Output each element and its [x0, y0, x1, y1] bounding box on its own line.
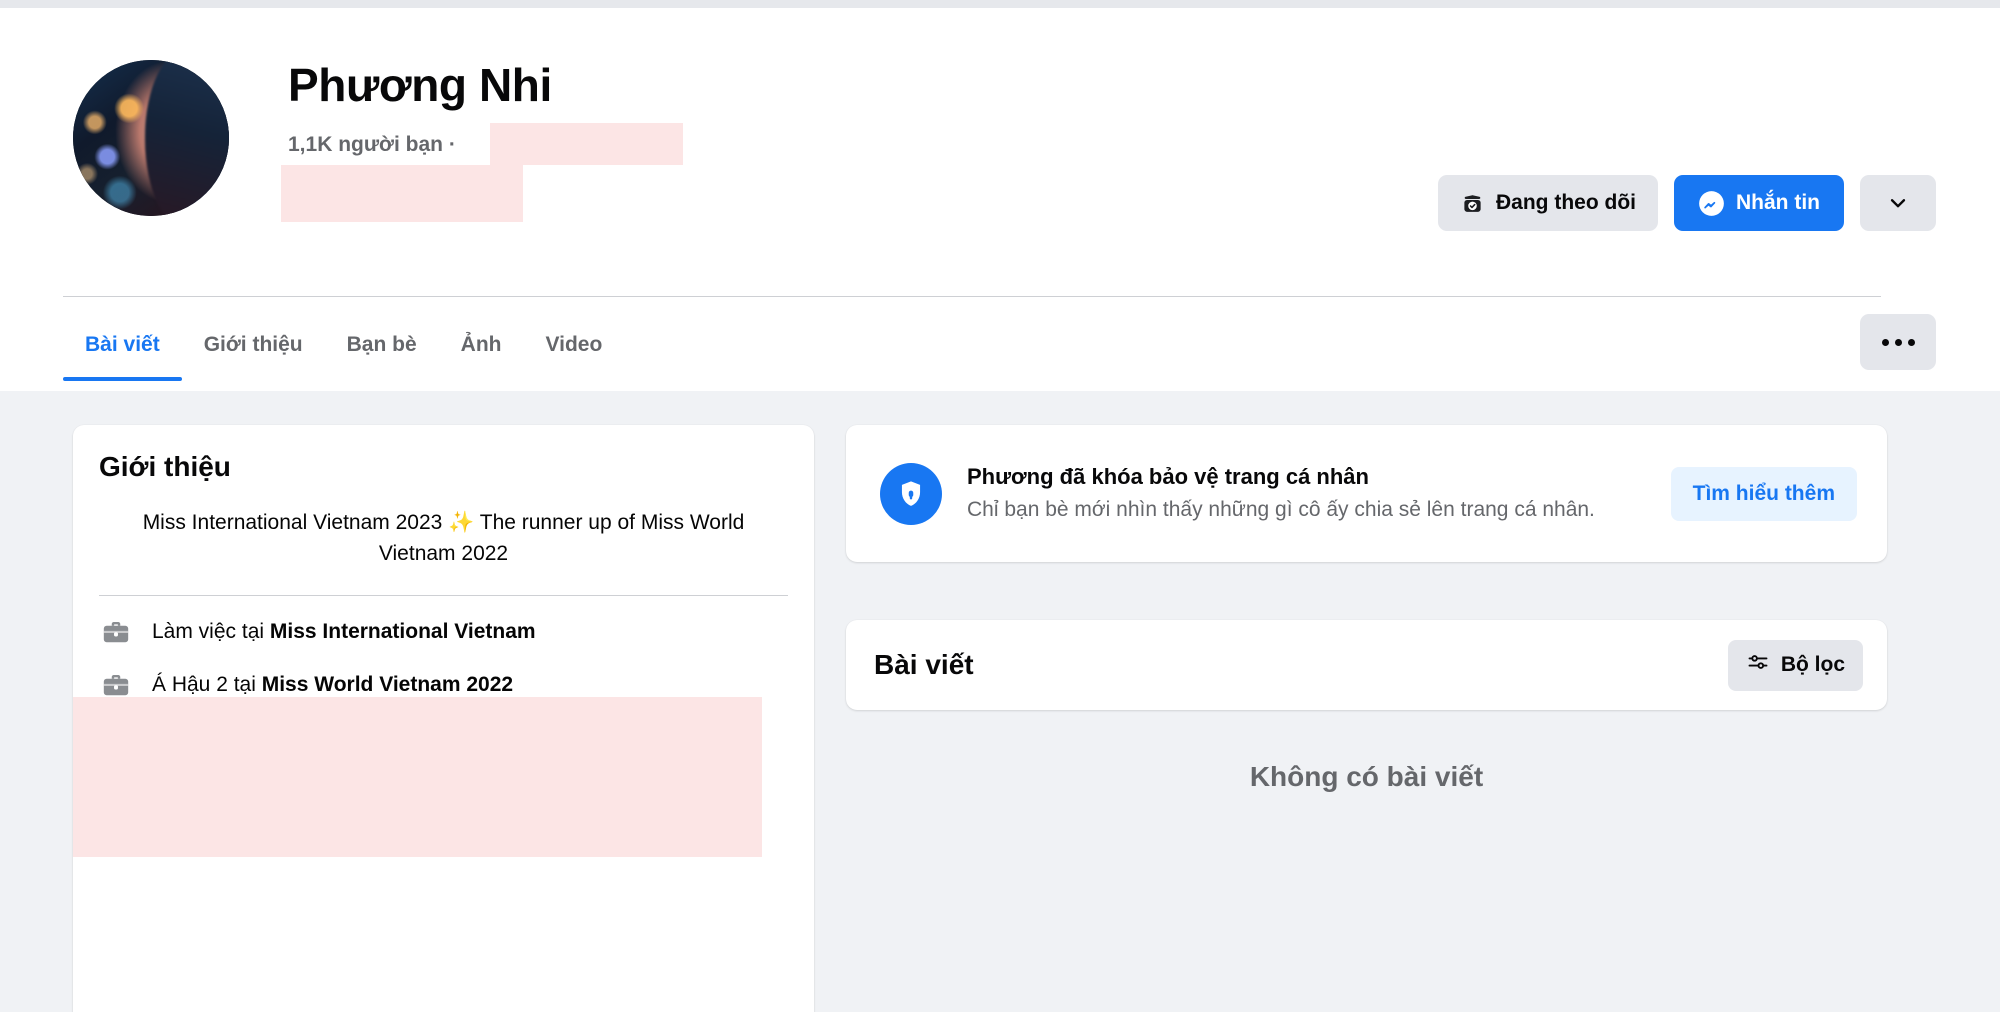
- work-entry-1: Làm việc tại Miss International Vietnam: [152, 620, 536, 644]
- tab-photos[interactable]: Ảnh: [439, 308, 524, 381]
- list-item[interactable]: Á Hậu 2 tại Miss World Vietnam 2022: [99, 649, 788, 702]
- avatar[interactable]: [73, 60, 229, 216]
- sliders-icon: [1746, 650, 1770, 680]
- lock-notice-description: Chỉ bạn bè mới nhìn thấy những gì cô ấy …: [967, 497, 1595, 521]
- filter-button-label: Bộ lọc: [1780, 653, 1845, 676]
- intro-bio-text: Miss International Vietnam 2023 ✨ The ru…: [142, 511, 745, 565]
- posts-section-title: Bài viết: [874, 649, 974, 680]
- tab-photos-label: Ảnh: [460, 332, 502, 356]
- ellipsis-icon: [1907, 338, 1915, 346]
- work-employer-2: Miss World Vietnam 2022: [261, 673, 514, 696]
- follow-button-label: Đang theo dõi: [1496, 191, 1636, 214]
- avatar-image: [73, 60, 229, 216]
- profile-lock-notice: Phương đã khóa bảo vệ trang cá nhân Chỉ …: [846, 425, 1887, 562]
- avatar-hair-shape: [144, 60, 229, 216]
- empty-posts-message: Không có bài viết: [1249, 761, 1484, 792]
- lock-notice-title: Phương đã khóa bảo vệ trang cá nhân: [967, 463, 1369, 489]
- page-title: Phương Nhi: [288, 59, 552, 111]
- shield-lock-icon: [880, 462, 942, 525]
- list-item[interactable]: Làm việc tại Miss International Vietnam: [99, 596, 788, 649]
- header-divider: [63, 296, 1881, 297]
- following-check-icon: [1460, 191, 1485, 216]
- tab-about[interactable]: Giới thiệu: [182, 308, 325, 381]
- profile-content: Giới thiệu Miss International Vietnam 20…: [0, 391, 2000, 1012]
- message-button-label: Nhắn tin: [1736, 191, 1820, 214]
- tab-about-label: Giới thiệu: [203, 332, 303, 356]
- separator-dot: ·: [448, 133, 456, 156]
- profile-action-buttons: Đang theo dõi Nhắn tin: [1438, 175, 1936, 231]
- redaction-block-subtitle: [281, 165, 523, 222]
- work-employer-1: Miss International Vietnam: [269, 620, 536, 643]
- friend-count[interactable]: 1,1K người bạn ·: [288, 133, 456, 157]
- tabs-more-button[interactable]: [1860, 314, 1936, 370]
- friend-count-text: 1,1K người bạn: [288, 133, 443, 156]
- more-options-dropdown-button[interactable]: [1860, 175, 1936, 231]
- follow-button[interactable]: Đang theo dõi: [1438, 175, 1658, 231]
- tab-posts[interactable]: Bài viết: [63, 308, 182, 381]
- work-prefix-1: Làm việc tại: [152, 620, 270, 643]
- redaction-block-username: [490, 123, 683, 165]
- chevron-down-icon: [1887, 192, 1909, 214]
- filter-button[interactable]: Bộ lọc: [1727, 639, 1863, 691]
- briefcase-icon: [99, 615, 133, 649]
- posts-card-header: Bài viết Bộ lọc: [846, 620, 1887, 710]
- work-entry-2: Á Hậu 2 tại Miss World Vietnam 2022: [152, 673, 513, 697]
- tab-friends[interactable]: Bạn bè: [325, 308, 439, 381]
- tab-videos-label: Video: [545, 332, 603, 356]
- learn-more-button[interactable]: Tìm hiểu thêm: [1670, 466, 1857, 521]
- ellipsis-icon: [1894, 338, 1902, 346]
- profile-header: Phương Nhi 1,1K người bạn · Đang theo dõ…: [0, 8, 2000, 391]
- messenger-icon: [1698, 190, 1725, 217]
- top-chrome-strip: [0, 0, 2000, 8]
- facebook-profile-page: Phương Nhi 1,1K người bạn · Đang theo dõ…: [0, 0, 2000, 1012]
- tab-videos[interactable]: Video: [523, 308, 624, 381]
- redaction-block-intro: [73, 697, 762, 857]
- work-prefix-2: Á Hậu 2 tại: [152, 673, 262, 696]
- message-button[interactable]: Nhắn tin: [1674, 175, 1844, 231]
- ellipsis-icon: [1881, 338, 1889, 346]
- intro-card: Giới thiệu Miss International Vietnam 20…: [73, 425, 814, 1012]
- intro-card-title: Giới thiệu: [99, 451, 231, 482]
- tab-friends-label: Bạn bè: [346, 332, 417, 356]
- profile-tabs: Bài viết Giới thiệu Bạn bè Ảnh Video: [63, 308, 624, 381]
- tab-posts-label: Bài viết: [85, 332, 160, 356]
